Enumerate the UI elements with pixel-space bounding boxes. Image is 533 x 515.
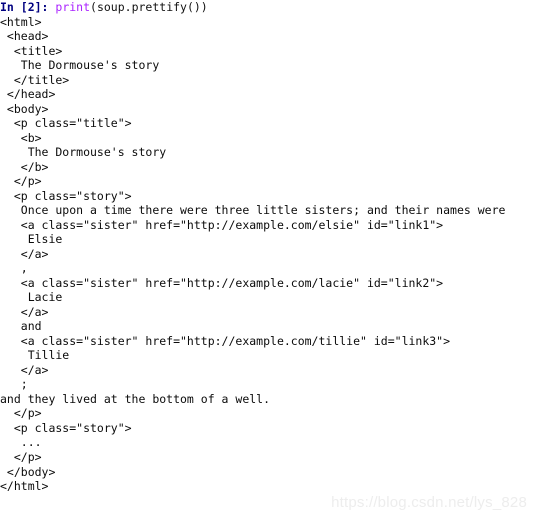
output-line: and bbox=[0, 319, 42, 334]
output-line: Once upon a time there were three little… bbox=[0, 203, 506, 218]
output-line: <p class="story"> bbox=[0, 188, 132, 203]
output-line: ... bbox=[0, 435, 42, 450]
output-line: </p> bbox=[0, 406, 42, 421]
output-line: <html> bbox=[0, 14, 42, 29]
output-line: <a class="sister" href="http://example.c… bbox=[0, 275, 444, 290]
output-line: <title> bbox=[0, 43, 63, 58]
output-line: The Dormouse's story bbox=[0, 58, 160, 73]
code-token-call: (soup.prettify()) bbox=[90, 0, 208, 14]
output-line: </head> bbox=[0, 87, 56, 102]
output-line: </p> bbox=[0, 174, 42, 189]
output-line: The Dormouse's story bbox=[0, 145, 167, 160]
output-line: Lacie bbox=[0, 290, 63, 305]
notebook-cell: In [2]: print(soup.prettify()) <html> <h… bbox=[0, 0, 533, 494]
output-line: </a> bbox=[0, 246, 49, 261]
input-prompt-line[interactable]: In [2]: print(soup.prettify()) bbox=[0, 0, 533, 15]
output-line: ; bbox=[0, 377, 28, 392]
output-line: </p> bbox=[0, 449, 42, 464]
output-line: Tillie bbox=[0, 348, 70, 363]
watermark-text: https://blog.csdn.net/lys_828 bbox=[331, 494, 527, 511]
output-line: and they lived at the bottom of a well. bbox=[0, 391, 271, 406]
output-line: </a> bbox=[0, 362, 49, 377]
output-line: Elsie bbox=[0, 232, 63, 247]
output-line: <p class="title"> bbox=[0, 116, 132, 131]
output-line: <a class="sister" href="http://example.c… bbox=[0, 333, 451, 348]
output-line: </html> bbox=[0, 479, 49, 494]
output-line: </b> bbox=[0, 159, 49, 174]
code-token-print: print bbox=[55, 0, 91, 14]
output-line: <body> bbox=[0, 101, 49, 116]
output-line: </a> bbox=[0, 304, 49, 319]
cell-output-area: <html> <head> <title> The Dormouse's sto… bbox=[0, 15, 533, 494]
output-line: </title> bbox=[0, 72, 70, 87]
output-line: </body> bbox=[0, 464, 56, 479]
output-line: <a class="sister" href="http://example.c… bbox=[0, 217, 444, 232]
output-line: <head> bbox=[0, 29, 49, 44]
output-line: , bbox=[0, 261, 28, 276]
output-line: <b> bbox=[0, 130, 42, 145]
output-line: <p class="story"> bbox=[0, 420, 132, 435]
input-prompt-label: In [2]: bbox=[0, 0, 49, 14]
